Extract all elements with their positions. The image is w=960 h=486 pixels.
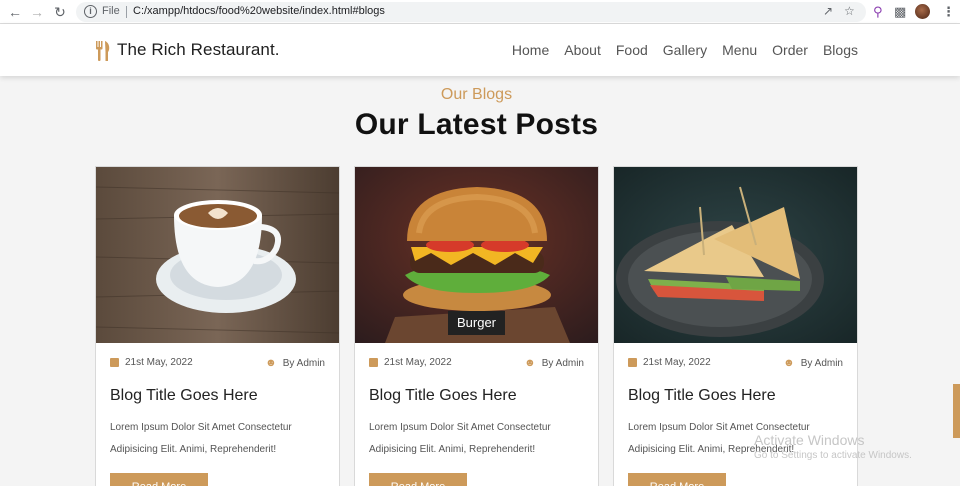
image-tag: Burger — [448, 311, 505, 335]
reload-icon[interactable]: ↻ — [51, 3, 69, 21]
post-excerpt-line: Adipisicing Elit. Animi, Reprehenderit! — [369, 444, 536, 455]
post-excerpt: Lorem Ipsum Dolor Sit Amet Consectetur A… — [110, 417, 330, 461]
profile-avatar[interactable] — [915, 4, 930, 19]
post-excerpt: Lorem Ipsum Dolor Sit Amet Consectetur A… — [369, 417, 589, 461]
nav-order[interactable]: Order — [772, 42, 808, 58]
section-title: Our Latest Posts — [354, 108, 599, 141]
address-bar[interactable]: i File C:/xampp/htdocs/food%20website/in… — [76, 2, 866, 22]
post-title[interactable]: Blog Title Goes Here — [110, 387, 258, 405]
post-excerpt-line: Lorem Ipsum Dolor Sit Amet Consectetur — [369, 422, 551, 433]
share-icon[interactable]: ↗ — [823, 4, 833, 18]
blog-card: Burger 21st May, 2022 ☻ By Admin Blog Ti… — [354, 166, 599, 486]
user-icon: ☻ — [783, 357, 795, 369]
read-more-button[interactable]: Read More — [628, 473, 726, 486]
post-author: ☻ By Admin — [524, 357, 584, 369]
post-date-text: 21st May, 2022 — [643, 357, 711, 368]
url-text[interactable]: C:/xampp/htdocs/food%20website/index.htm… — [133, 5, 385, 17]
site-header: The Rich Restaurant. Home About Food Gal… — [0, 24, 960, 76]
post-author-text: By Admin — [282, 357, 325, 369]
nav-blogs[interactable]: Blogs — [823, 42, 858, 58]
info-icon[interactable]: i — [84, 5, 97, 18]
sandwich-image — [614, 167, 857, 343]
omnibox-divider — [126, 6, 127, 18]
fork-knife-icon — [96, 41, 110, 61]
nav-home[interactable]: Home — [512, 42, 549, 58]
user-icon: ☻ — [524, 357, 536, 369]
site-logo[interactable]: The Rich Restaurant. — [117, 40, 280, 60]
post-author-text: By Admin — [800, 357, 843, 369]
read-more-button[interactable]: Read More — [369, 473, 467, 486]
nav-menu[interactable]: Menu — [722, 42, 757, 58]
bookmark-star-icon[interactable]: ☆ — [844, 4, 855, 18]
post-date: 21st May, 2022 — [110, 357, 193, 368]
file-label: File — [102, 5, 120, 17]
main-nav: Home About Food Gallery Menu Order Blogs — [512, 42, 858, 58]
post-title[interactable]: Blog Title Goes Here — [369, 387, 517, 405]
search-lens-icon[interactable]: ⚲ — [873, 3, 883, 21]
activate-windows-subtext: Go to Settings to activate Windows. — [754, 450, 912, 461]
post-date-text: 21st May, 2022 — [384, 357, 452, 368]
browser-toolbar: ← → ↻ i File C:/xampp/htdocs/food%20webs… — [0, 0, 960, 24]
user-icon: ☻ — [265, 357, 277, 369]
scroll-indicator[interactable] — [953, 384, 960, 438]
read-more-button[interactable]: Read More — [110, 473, 208, 486]
post-date: 21st May, 2022 — [369, 357, 452, 368]
nav-food[interactable]: Food — [616, 42, 648, 58]
calendar-icon — [628, 358, 637, 367]
post-excerpt-line: Lorem Ipsum Dolor Sit Amet Consectetur — [110, 422, 292, 433]
calendar-icon — [110, 358, 119, 367]
post-date: 21st May, 2022 — [628, 357, 711, 368]
post-excerpt-line: Adipisicing Elit. Animi, Reprehenderit! — [110, 444, 277, 455]
nav-about[interactable]: About — [564, 42, 601, 58]
calendar-icon — [369, 358, 378, 367]
post-author: ☻ By Admin — [783, 357, 843, 369]
post-title[interactable]: Blog Title Goes Here — [628, 387, 776, 405]
post-author-text: By Admin — [541, 357, 584, 369]
blog-card: 21st May, 2022 ☻ By Admin Blog Title Goe… — [95, 166, 340, 486]
extensions-puzzle-icon[interactable]: ▩ — [894, 3, 906, 21]
post-date-text: 21st May, 2022 — [125, 357, 193, 368]
section-eyebrow: Our Blogs — [440, 86, 513, 103]
activate-windows-watermark: Activate Windows — [754, 432, 865, 448]
burger-image: Burger — [355, 167, 598, 343]
nav-gallery[interactable]: Gallery — [663, 42, 707, 58]
coffee-cup-image — [96, 167, 339, 343]
menu-kebab-icon[interactable]: ⋮ — [942, 3, 955, 21]
forward-arrow-icon[interactable]: → — [28, 3, 46, 21]
back-arrow-icon[interactable]: ← — [6, 3, 24, 21]
post-author: ☻ By Admin — [265, 357, 325, 369]
